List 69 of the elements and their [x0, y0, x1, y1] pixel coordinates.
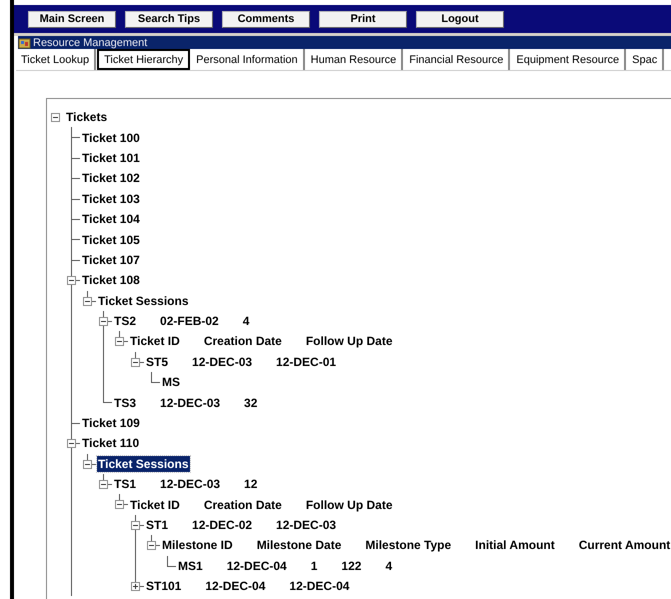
tree-cell: Current Amount	[578, 537, 671, 554]
tree-node-label[interactable]: Ticket Sessions	[97, 456, 190, 472]
tree-cell: Creation Date	[202, 496, 283, 513]
collapse-icon[interactable]	[131, 358, 140, 367]
tree-node-label[interactable]: Ticket 100	[81, 130, 141, 146]
nav-button[interactable]: Print	[319, 10, 407, 28]
tree-cell: 12-DEC-03	[159, 476, 222, 492]
tree-node-label[interactable]: MS	[161, 374, 181, 390]
tree-cell: 12-DEC-03	[191, 354, 254, 370]
tree-node-label[interactable]: Ticket 105	[81, 232, 141, 248]
collapse-icon[interactable]	[115, 500, 124, 510]
tree-cell: 12	[243, 476, 258, 492]
tree-cell: Follow Up Date	[304, 496, 394, 513]
tree-cell: 02-FEB-02	[159, 313, 220, 330]
nav-button[interactable]: Comments	[222, 10, 310, 28]
collapse-icon[interactable]	[99, 316, 108, 326]
tree-cell: 122	[340, 558, 362, 574]
tree-node-label[interactable]: Ticket 107	[81, 252, 141, 268]
tree-cell: Initial Amount	[474, 537, 556, 554]
tree-node-label[interactable]: Milestone ID	[161, 537, 234, 554]
collapse-icon[interactable]	[131, 520, 140, 530]
collapse-icon[interactable]	[83, 460, 92, 469]
tree-cell: 4	[242, 313, 250, 330]
tree-node-label[interactable]: TS1	[113, 476, 138, 492]
tree-node-label[interactable]: Ticket ID	[129, 496, 181, 513]
tree-cell: Milestone Date	[256, 537, 342, 554]
collapse-icon[interactable]	[51, 113, 60, 122]
tree-cell: 12-DEC-04	[204, 578, 266, 594]
collapse-icon[interactable]	[115, 337, 124, 346]
app-icon	[18, 36, 31, 48]
collapse-icon[interactable]	[67, 276, 76, 286]
tree-node-label[interactable]: ST5	[145, 354, 170, 370]
tree-node-label[interactable]: Ticket 101	[81, 150, 141, 166]
tree-node-label[interactable]: Ticket ID	[129, 333, 181, 350]
tree-cell: 4	[384, 558, 394, 574]
tab[interactable]: Ticket Hierarchy	[97, 49, 190, 70]
tree-node-label[interactable]: ST1	[145, 517, 170, 533]
panel-title: Resource Management	[33, 36, 148, 48]
expand-icon[interactable]	[131, 582, 140, 591]
collapse-icon[interactable]	[99, 480, 108, 490]
tree-node-label[interactable]: Ticket 110	[81, 435, 140, 452]
collapse-icon[interactable]	[147, 541, 156, 550]
tree-node-label[interactable]: Ticket 108	[81, 272, 141, 288]
tree-node-label[interactable]: Ticket 103	[81, 190, 141, 207]
tree-node-label[interactable]: TS3	[113, 394, 138, 411]
tree-cell: 12-DEC-03	[159, 394, 222, 411]
tree-node-label[interactable]: Ticket 102	[81, 170, 141, 186]
tree-cell: Milestone Type	[364, 537, 452, 554]
tree-cell: Creation Date	[202, 333, 283, 350]
tree-node-label[interactable]: TS2	[113, 313, 138, 330]
tree-cell: 12-DEC-04	[288, 578, 350, 594]
tree-cell: 12-DEC-04	[226, 558, 288, 574]
tree-node-label[interactable]: MS1	[177, 558, 204, 574]
tree-cell: Follow Up Date	[304, 333, 394, 350]
tree-node-label[interactable]: Ticket 109	[81, 415, 141, 432]
tree-node-label[interactable]: Ticket Sessions	[97, 292, 190, 309]
tree-node-label[interactable]: Ticket 104	[81, 211, 141, 228]
tree-cell: 12-DEC-03	[275, 517, 338, 533]
collapse-icon[interactable]	[83, 296, 92, 306]
tree-node-label[interactable]: Tickets	[65, 109, 108, 126]
nav-button[interactable]: Logout	[416, 10, 504, 28]
tree-cell: 12-DEC-01	[275, 354, 338, 370]
nav-button[interactable]: Search Tips	[125, 10, 213, 28]
collapse-icon[interactable]	[67, 439, 76, 448]
tree-cell: 1	[310, 558, 318, 574]
nav-button[interactable]: Main Screen	[28, 10, 116, 28]
tree-cell: 12-DEC-02	[191, 517, 254, 533]
tree-cell: 32	[243, 394, 258, 411]
tree-node-label[interactable]: ST101	[145, 578, 182, 594]
